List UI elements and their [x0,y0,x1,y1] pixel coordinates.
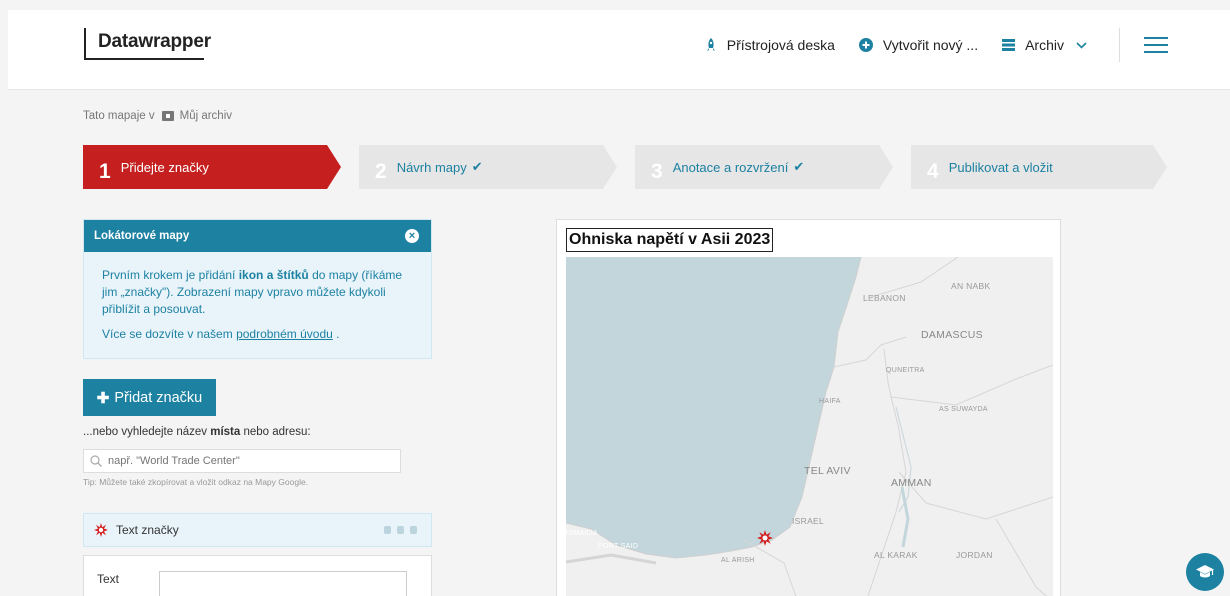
step-number: 1 [99,160,111,183]
search-label-bold: místa [210,426,241,438]
info-paragraph: Prvním krokem je přidání ikon a štítků d… [102,267,413,318]
info-box-title: Lokátorové mapy [94,230,190,242]
plus-circle-icon [858,38,873,52]
hamburger-menu-icon[interactable] [1144,37,1168,53]
rocket-icon [706,38,715,51]
place-label-jordan: JORDAN [956,550,993,560]
locator-maps-info-box: Lokátorové mapy × Prvním krokem je přidá… [83,219,432,359]
search-label-text: ...nebo vyhledejte název [83,426,211,438]
chevron-down-icon [1076,41,1087,49]
place-label-port-said: PORT SAID [598,543,639,550]
step-publish-embed[interactable]: 4 Publikovat a vložit [911,145,1167,189]
marker-list-item[interactable]: Text značky [83,513,432,547]
google-maps-tip: Tip: Můžete také zkopírovat a vložit odk… [83,477,309,487]
search-icon [90,455,102,467]
breadcrumb-prefix: Tato mapaje v [83,110,155,122]
info-box-header: Lokátorové mapy × [84,220,431,252]
step-number: 2 [375,160,387,183]
step-map-design[interactable]: 2 Návrh mapy ✔ [359,145,617,189]
checkmark-icon: ✔ [471,159,483,174]
nav-divider [1119,28,1120,62]
locator-map[interactable]: LEBANON AN NABK DAMASCUS QUNEITRA HAIFA … [566,257,1053,596]
marker-text-input[interactable] [159,571,407,596]
step-number: 3 [651,160,663,183]
info-paragraph: Více se dozvíte v našem podrobném úvodu … [102,326,413,343]
checkmark-icon: ✔ [793,159,805,174]
top-nav: Přístrojová deska Vytvořit nový ... Arch… [705,10,1230,80]
breadcrumb-folder-link[interactable]: Můj archiv [180,110,232,122]
place-label-haifa: HAIFA [819,398,841,405]
nav-archive[interactable]: Archiv [1002,37,1087,53]
info-text: Více se dozvíte v našem [102,327,237,341]
close-icon[interactable]: × [405,229,419,243]
search-label-text: nebo adresu: [240,426,311,438]
place-search-input[interactable] [108,455,388,467]
place-label-as-suwayda: AS SUWAYDA [939,406,988,413]
marker-edit-panel: Text [83,555,432,596]
place-label-amman: AMMAN [891,477,932,489]
place-label-tel-aviv: TEL AVIV [804,465,851,477]
step-label: Anotace a rozvržení [672,159,789,175]
marker-label: Text značky [116,523,179,537]
place-label-quneitra: QUNEITRA [886,367,925,374]
step-label: Publikovat a vložit [948,159,1053,175]
plus-icon: ✚ [96,389,110,407]
place-label-an-nabk: AN NABK [951,281,991,291]
place-label-ismailia: ISMAILIA [566,530,598,537]
place-label-lebanon: LEBANON [863,293,906,303]
trash-icon[interactable] [410,526,417,534]
archive-icon [1002,39,1016,51]
nav-dashboard[interactable]: Přístrojová deska [705,37,835,53]
map-title[interactable]: Ohniska napětí v Asii 2023 [566,228,774,252]
text-field-label: Text [97,572,120,586]
step-annotate-layout[interactable]: 3 Anotace a rozvržení ✔ [635,145,893,189]
place-label-al-karak: AL KARAK [874,550,918,560]
nav-archive-label: Archiv [1025,37,1064,53]
step-number: 4 [927,160,939,183]
breadcrumb: Tato mapaje v Můj archiv [83,110,232,122]
graduation-cap-icon [1196,565,1214,578]
info-box-body: Prvním krokem je přidání ikon a štítků d… [84,252,431,343]
step-label: Návrh mapy [396,159,467,175]
eye-icon[interactable] [384,526,391,534]
info-text: Prvním krokem je přidání [102,268,239,282]
info-text: . [332,327,340,341]
place-label-damascus: DAMASCUS [921,329,983,341]
map-base[interactable] [566,257,1053,596]
lock-icon[interactable] [397,526,404,534]
nav-create-new[interactable]: Vytvořit nový ... [858,37,979,53]
place-search-box[interactable] [83,449,401,473]
nav-create-label: Vytvořit nový ... [882,37,979,53]
add-marker-label: Přidat značku [114,389,203,406]
explosion-icon [94,523,108,537]
add-marker-button[interactable]: ✚ Přidat značku [83,379,216,416]
search-label: ...nebo vyhledejte název místa nebo adre… [83,426,311,438]
datawrapper-logo[interactable]: Datawrapper [84,28,211,60]
place-label-al-arish: AL ARISH [721,557,755,564]
top-header: Datawrapper Přístrojová deska Vytvořit n… [8,10,1230,90]
info-text-bold: ikon a štítků [238,268,309,282]
nav-dashboard-label: Přístrojová deska [726,37,835,53]
map-preview: Ohniska napětí v Asii 2023 LEBANON AN NA… [556,219,1061,596]
step-label: Přidejte značky [120,159,209,175]
place-label-israel: ISRAEL [792,516,825,526]
marker-tools [384,526,417,534]
folder-icon [161,111,174,121]
help-academy-button[interactable] [1186,553,1224,591]
step-add-markers[interactable]: 1 Přidejte značky [83,145,341,189]
detailed-intro-link[interactable]: podrobném úvodu [236,327,333,341]
